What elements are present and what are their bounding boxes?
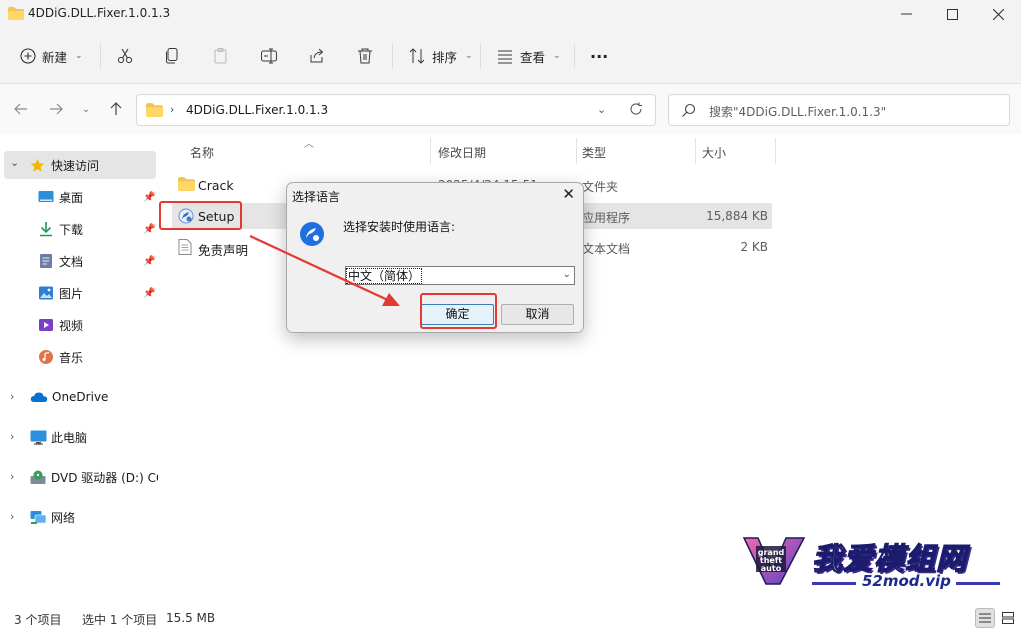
details-view-icon (979, 613, 991, 623)
tiles-view-button[interactable] (998, 608, 1018, 628)
status-bar: 3 个项目 选中 1 个项目 15.5 MB (0, 604, 1021, 630)
selection-count: 选中 1 个项目 (82, 613, 158, 627)
tiles-view-icon (1002, 612, 1014, 624)
details-view-button[interactable] (975, 608, 995, 628)
svg-text:auto: auto (761, 564, 782, 573)
watermark-line (812, 582, 856, 585)
watermark-logo: grand theft auto 我爱模组网 52mod.vip (742, 534, 1008, 592)
watermark-line (956, 582, 1000, 585)
watermark-site: 52mod.vip (862, 572, 951, 590)
item-count: 3 个项目 (14, 613, 62, 627)
gta-logo-icon: grand theft auto (742, 537, 806, 585)
selection-size: 15.5 MB (166, 611, 216, 625)
